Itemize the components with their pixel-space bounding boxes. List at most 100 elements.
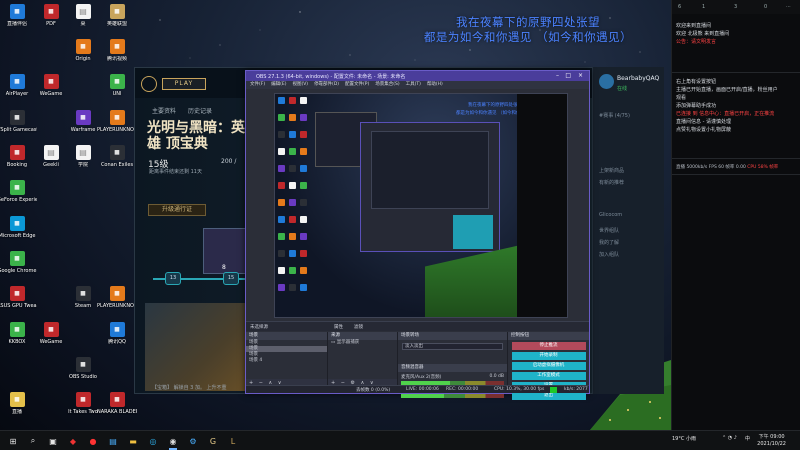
chat-message: 添加弹幕助手成功 xyxy=(676,103,717,109)
taskbar-clock[interactable]: 下午 09:00 2021/10/22 xyxy=(757,434,786,448)
friends-list-item[interactable]: #赛事 (4/75) xyxy=(599,112,630,119)
desktop-icon[interactable]: ■ PDF xyxy=(34,2,68,38)
friends-list-item[interactable]: Glicocom xyxy=(599,212,622,218)
search-icon[interactable]: ⌕ xyxy=(26,434,40,448)
obs-preview-canvas[interactable]: 我在夜幕下的原野四处张望 都是为如今和你遇见 （如今和你遇见） xyxy=(274,93,568,318)
desktop-icon[interactable]: ■ 直播伴侣 xyxy=(0,2,34,38)
control-button[interactable]: 启动虚拟摄像机 xyxy=(511,362,586,370)
start-button-icon[interactable]: ⊞ xyxy=(6,434,20,448)
tab-main-info[interactable]: 主要资料 xyxy=(152,106,176,115)
file-explorer-icon[interactable]: ▤ xyxy=(106,434,120,448)
menu-item[interactable]: 工具(T) xyxy=(406,81,421,89)
live-chat-sidebar[interactable]: 6 1 3 0 ⋯ 欢迎来到直播间 欢迎 北极熊 来到直播间 公告：请文明发言 右上… xyxy=(671,0,800,430)
desktop-icon[interactable]: ■ KKBOX xyxy=(0,320,34,356)
reward-card[interactable]: 8 xyxy=(203,228,251,274)
weather-widget[interactable]: 19°C 小雨 xyxy=(672,435,696,442)
transition-select[interactable]: 淡入淡出 xyxy=(402,343,503,350)
menu-item[interactable]: 视图(V) xyxy=(292,81,308,89)
obs-icon[interactable]: ◉ xyxy=(166,434,180,448)
avatar[interactable] xyxy=(599,74,614,89)
video-icon: ■ xyxy=(109,39,125,54)
desktop-icon[interactable]: ■ Steam xyxy=(66,284,100,320)
launcher-logo-icon[interactable] xyxy=(141,76,157,92)
preview-nested-obs xyxy=(360,122,500,252)
settings-icon[interactable]: ⚙ xyxy=(186,434,200,448)
desktop-icon[interactable]: ■ ASUS GPU Tweak II xyxy=(0,284,37,320)
play-button[interactable]: PLAY xyxy=(162,78,206,90)
task-view-icon[interactable]: ▣ xyxy=(46,434,60,448)
mixer-channel[interactable]: 麦克风/Aux 2(音频) 0.0 dB xyxy=(401,374,504,385)
desktop-icon[interactable]: ▤ 桌 xyxy=(66,2,100,38)
desktop-icon[interactable]: ■ Microsoft Edge xyxy=(0,214,35,250)
game-icon[interactable]: G xyxy=(206,434,220,448)
scene-item[interactable]: 场景 4 xyxy=(246,358,327,364)
desktop-icon[interactable]: ■ NARAKA BLADEPOINT xyxy=(97,390,137,426)
desktop-icon[interactable]: ■ WeGame xyxy=(34,72,68,108)
desktop-icon[interactable]: ■ AirPlayer xyxy=(0,72,34,108)
menu-item[interactable]: 配置文件(P) xyxy=(345,81,369,89)
transitions-header: 场景转场 xyxy=(398,332,507,340)
desktop-icon[interactable]: ■ Google Chrome xyxy=(0,249,36,285)
scenes-panel[interactable]: 场景 场景 场景 场景 场景 4 + − ∧ ∨ xyxy=(246,332,328,387)
desktop-icon[interactable]: ■ UNI xyxy=(100,72,134,108)
menu-item[interactable]: 文件(F) xyxy=(250,81,265,89)
input-language[interactable]: 中 xyxy=(745,435,750,442)
folder-icon[interactable]: ▬ xyxy=(126,434,140,448)
maximize-icon[interactable]: □ xyxy=(565,72,571,79)
upgrade-pass-button[interactable]: 升级通行证 xyxy=(148,204,206,216)
desktop-icon[interactable]: ▤ 学院 xyxy=(66,143,100,179)
friends-list-item[interactable]: 加入组队 xyxy=(599,251,619,258)
desktop-icon[interactable]: ■ 直播 xyxy=(0,390,34,426)
friends-list-item[interactable]: 上架新商品 xyxy=(599,167,624,174)
desktop-icon[interactable]: ■ Booking xyxy=(0,143,34,179)
desktop-icon[interactable]: ■ WeGame xyxy=(34,320,68,356)
source-item[interactable]: ▭ 显示器捕获 xyxy=(328,340,397,346)
filters-button[interactable]: 滤镜 xyxy=(354,324,363,330)
desktop-icon[interactable]: ■ Conan Exiles xyxy=(100,143,134,179)
menu-item[interactable]: 编辑(E) xyxy=(271,81,286,89)
app-icon[interactable]: ● xyxy=(86,434,100,448)
friends-list-item[interactable]: 世界组队 xyxy=(599,227,619,234)
desktop-icon[interactable]: ■ 英雄联盟 xyxy=(100,2,134,38)
tray-icons[interactable]: ⌃ ◔ ♪ xyxy=(722,435,737,441)
desktop-icon[interactable]: ■ 腾讯QQ xyxy=(100,320,134,356)
mixer-transitions-panel[interactable]: 场景转场 淡入淡出 音频混音器 麦克风/Aux 2(音频) 0.0 dB麦克风/A… xyxy=(398,332,508,398)
desktop-icon[interactable]: ■ It Takes Two xyxy=(66,390,100,426)
control-button[interactable]: 工作室模式 xyxy=(511,372,586,380)
desktop-icon[interactable]: ■ PLAYERUNKNOWN'S xyxy=(97,108,137,144)
obs-titlebar[interactable]: OBS 27.1.3 (64-bit, windows) - 配置文件: 未命名… xyxy=(246,71,589,81)
desktop-icon[interactable]: ■ 腾讯视频 xyxy=(100,37,134,73)
pass-node[interactable]: 15 xyxy=(223,272,239,285)
menu-item[interactable]: 停靠部件(D) xyxy=(314,81,339,89)
menu-item[interactable]: 场景集合(S) xyxy=(375,81,399,89)
menu-item[interactable]: 帮助(H) xyxy=(427,81,443,89)
control-button[interactable]: 开始录制 xyxy=(511,352,586,360)
friends-list-item[interactable]: 有新的推荐 xyxy=(599,179,624,186)
desktop-icon[interactable]: ■ GeForce Experience xyxy=(0,178,37,214)
controls-panel[interactable]: 控制按钮 停止推流开始录制启动虚拟摄像机工作室模式设置退出 xyxy=(508,332,589,400)
desktop-icon[interactable]: ▤ Geekli xyxy=(34,143,68,179)
edge-icon[interactable]: ◎ xyxy=(146,434,160,448)
desktop-icon[interactable]: ■ PLAYERUNKNOWN'S xyxy=(97,284,137,320)
preview-nested-controls xyxy=(453,215,493,249)
properties-button[interactable]: 属性 xyxy=(334,324,343,330)
tab-history[interactable]: 历史记录 xyxy=(188,106,212,115)
minimize-icon[interactable]: – xyxy=(556,72,559,79)
app-icon[interactable]: ◆ xyxy=(66,434,80,448)
close-icon[interactable]: × xyxy=(578,72,583,79)
desktop-icon[interactable]: ■ Origin xyxy=(66,37,100,73)
desktop-icon[interactable]: ■ VSplit Gamecaster xyxy=(0,108,37,144)
pass-node[interactable]: 13 xyxy=(165,272,181,285)
more-icon[interactable]: ⋯ xyxy=(786,4,791,10)
event-subtitle: 距离事件结束还剩 11天 xyxy=(149,169,202,175)
friends-list-item[interactable]: 我的了解 xyxy=(599,239,619,246)
sources-panel[interactable]: 来源 ▭ 显示器捕获 + − ⚙ ∧ ∨ xyxy=(328,332,398,387)
launcher-icon[interactable]: L xyxy=(226,434,240,448)
volume-meter[interactable] xyxy=(401,394,504,398)
desktop-icon[interactable]: ■ Warframe xyxy=(66,108,100,144)
desktop-icon[interactable]: ■ OBS Studio xyxy=(66,355,100,391)
control-button[interactable]: 停止推流 xyxy=(511,342,586,350)
control-button[interactable]: 退出 xyxy=(511,392,586,400)
launcher-friends-panel[interactable]: BearbabyQAQ 在线 #赛事 (4/75) 上架新商品 有新的推荐 Gl… xyxy=(592,67,664,394)
obs-window[interactable]: OBS 27.1.3 (64-bit, windows) - 配置文件: 未命名… xyxy=(245,70,590,400)
